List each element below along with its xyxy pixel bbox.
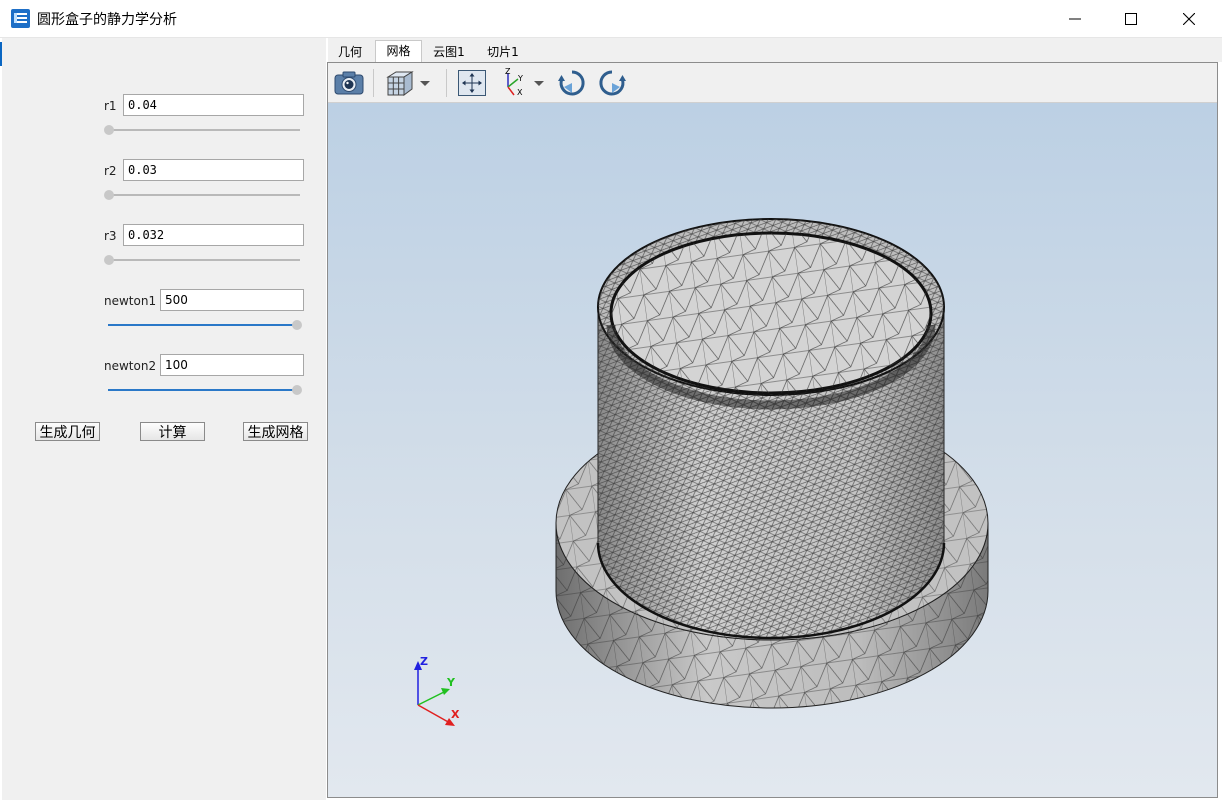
- close-icon: [1183, 12, 1195, 25]
- dropdown-arrow-icon: [420, 81, 430, 86]
- r1-input[interactable]: 0.04: [123, 94, 304, 116]
- r1-slider-track[interactable]: [106, 129, 300, 131]
- newton2-slider-handle[interactable]: [292, 385, 302, 395]
- axis-orientation-icon: Z Y X: [505, 67, 523, 97]
- minimize-icon: [1069, 18, 1081, 19]
- r3-slider-handle[interactable]: [104, 255, 114, 265]
- fit-all-icon: [458, 70, 486, 96]
- maximize-icon: [1125, 12, 1137, 25]
- r2-slider-handle[interactable]: [104, 190, 114, 200]
- r1-slider-handle[interactable]: [104, 125, 114, 135]
- camera-icon: [334, 71, 364, 95]
- app-icon: [11, 9, 30, 28]
- view-cube-dropdown[interactable]: [418, 67, 432, 99]
- axis-orientation-button[interactable]: Z Y X: [498, 67, 530, 99]
- r3-slider-track[interactable]: [106, 259, 300, 261]
- r2-slider-track[interactable]: [106, 194, 300, 196]
- view-toolbar: Z Y X: [328, 63, 1217, 103]
- maximize-button[interactable]: [1102, 0, 1160, 37]
- toolbar-separator: [373, 69, 374, 97]
- axis-z-label: Z: [420, 655, 428, 668]
- rotate-ccw-icon: [558, 70, 585, 96]
- axis-y-label: Y: [446, 676, 456, 689]
- mesh-model: Z Y X: [414, 218, 989, 726]
- svg-text:Z: Z: [505, 67, 511, 76]
- tab-contour-1[interactable]: 云图1: [426, 42, 472, 62]
- toolbar-separator: [446, 69, 447, 97]
- tab-slice-1[interactable]: 切片1: [480, 42, 526, 62]
- tab-geometry[interactable]: 几何: [332, 42, 368, 62]
- newton2-label: newton2: [104, 359, 157, 373]
- newton1-slider-track[interactable]: [108, 324, 298, 326]
- axis-triad: Z Y X: [414, 655, 460, 726]
- newton1-input[interactable]: 500: [160, 289, 304, 311]
- axis-x-label: X: [451, 708, 460, 721]
- newton2-slider-track[interactable]: [108, 389, 298, 391]
- view-cube-button[interactable]: [384, 67, 416, 99]
- r2-input[interactable]: 0.03: [123, 159, 304, 181]
- fit-all-button[interactable]: [456, 67, 488, 99]
- svg-text:Y: Y: [517, 74, 523, 83]
- newton1-slider-handle[interactable]: [292, 320, 302, 330]
- close-button[interactable]: [1160, 0, 1218, 37]
- r2-label: r2: [104, 164, 117, 178]
- view-tab-bar: 几何 网格 云图1 切片1: [328, 38, 1222, 63]
- window-title: 圆形盒子的静力学分析: [37, 12, 177, 28]
- axis-orientation-dropdown[interactable]: [532, 67, 546, 99]
- mesh-viewport[interactable]: Z Y X: [328, 103, 1217, 797]
- r3-label: r3: [104, 229, 117, 243]
- screenshot-button[interactable]: [333, 67, 365, 99]
- r1-label: r1: [104, 99, 117, 113]
- rotate-cw-button[interactable]: [596, 67, 628, 99]
- compute-button[interactable]: 计算: [140, 422, 205, 441]
- newton2-input[interactable]: 100: [160, 354, 304, 376]
- svg-text:X: X: [517, 88, 523, 97]
- parameter-panel: r1 0.04 r2 0.03 r3 0.032 newton1 500 new…: [2, 38, 326, 800]
- title-bar: 圆形盒子的静力学分析: [0, 0, 1222, 38]
- r3-input[interactable]: 0.032: [123, 224, 304, 246]
- rotate-ccw-button[interactable]: [556, 67, 588, 99]
- minimize-button[interactable]: [1046, 0, 1104, 37]
- tab-mesh[interactable]: 网格: [375, 40, 422, 63]
- rotate-cw-icon: [599, 70, 626, 96]
- generate-mesh-button[interactable]: 生成网格: [243, 422, 308, 441]
- newton1-label: newton1: [104, 294, 157, 308]
- dropdown-arrow-icon: [534, 81, 544, 86]
- generate-geometry-button[interactable]: 生成几何: [35, 422, 100, 441]
- view-cube-icon: [386, 71, 414, 96]
